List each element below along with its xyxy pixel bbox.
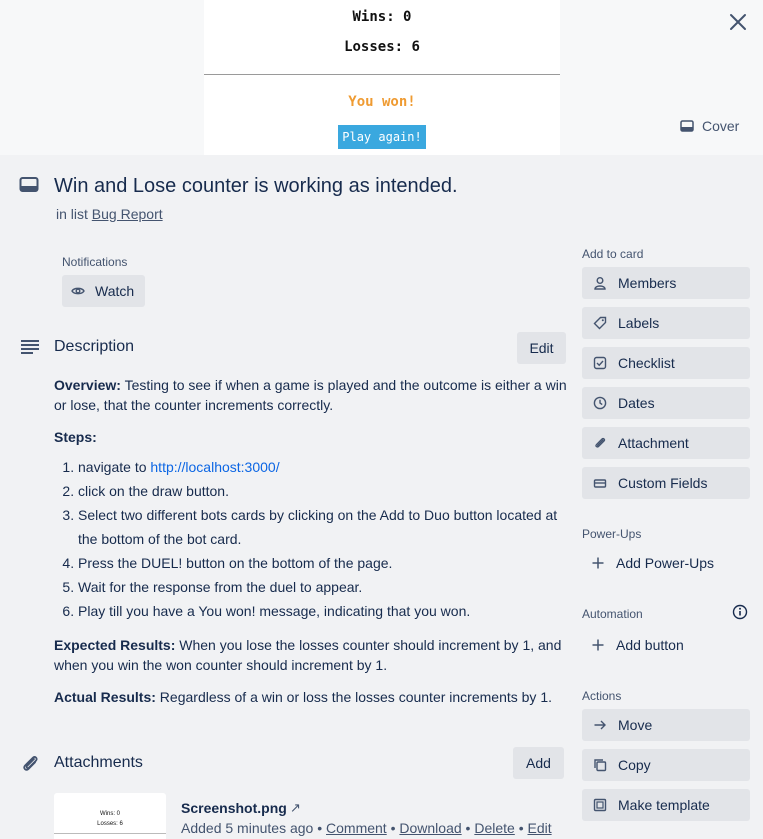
step-item: navigate to http://localhost:3000/ bbox=[78, 455, 569, 479]
make-template-button[interactable]: Make template bbox=[582, 789, 750, 821]
steps-paragraph: Steps: bbox=[54, 427, 569, 447]
actions-label: Actions bbox=[582, 689, 622, 703]
description-edit-button[interactable]: Edit bbox=[517, 332, 566, 364]
plus-icon bbox=[590, 555, 606, 571]
cover-button[interactable]: Cover bbox=[680, 114, 739, 138]
dates-button[interactable]: Dates bbox=[582, 387, 750, 419]
actual-label: Actual Results: bbox=[54, 689, 156, 705]
add-attachment-button[interactable]: Add bbox=[513, 747, 564, 779]
template-icon bbox=[592, 797, 608, 813]
move-button[interactable]: Move bbox=[582, 709, 750, 741]
members-label: Members bbox=[618, 275, 677, 291]
info-icon[interactable] bbox=[732, 604, 748, 625]
overview-label: Overview: bbox=[54, 377, 121, 393]
card-title[interactable]: Win and Lose counter is working as inten… bbox=[54, 175, 458, 198]
add-power-ups-label: Add Power-Ups bbox=[616, 555, 715, 571]
expected-paragraph: Expected Results: When you lose the loss… bbox=[54, 635, 569, 675]
clock-icon bbox=[592, 395, 608, 411]
attachments-heading: Attachments bbox=[54, 754, 143, 771]
description-heading: Description bbox=[54, 338, 135, 355]
watch-label: Watch bbox=[95, 283, 135, 299]
custom-fields-label: Custom Fields bbox=[618, 475, 708, 491]
checklist-button[interactable]: Checklist bbox=[582, 347, 750, 379]
labels-button[interactable]: Labels bbox=[582, 307, 750, 339]
cover-losses-text: Losses: 6 bbox=[344, 39, 420, 55]
card-cover: Wins: 0 Losses: 6 You won! Play again! C… bbox=[0, 0, 763, 155]
attachment-button[interactable]: Attachment bbox=[582, 427, 750, 459]
watch-button[interactable]: Watch bbox=[62, 275, 145, 307]
step1-prefix: navigate to bbox=[78, 459, 151, 475]
attachment-delete-link[interactable]: Delete bbox=[474, 820, 514, 836]
attachment-added: Added 5 minutes ago bbox=[181, 820, 314, 836]
step-item: Wait for the response from the duel to a… bbox=[78, 575, 569, 599]
attachment-label: Attachment bbox=[618, 435, 689, 451]
attachment-name[interactable]: Screenshot.png bbox=[181, 800, 287, 816]
overview-paragraph: Overview: Testing to see if when a game … bbox=[54, 375, 569, 415]
attachment-meta: Added 5 minutes ago • Comment • Download… bbox=[181, 820, 552, 836]
tag-icon bbox=[592, 315, 608, 331]
card-icon bbox=[19, 176, 39, 199]
in-list-prefix: in list bbox=[56, 206, 88, 222]
checkbox-icon bbox=[592, 355, 608, 371]
labels-label: Labels bbox=[618, 315, 660, 331]
cover-play-again-button: Play again! bbox=[338, 125, 426, 149]
attachment-comment-link[interactable]: Comment bbox=[326, 820, 387, 836]
cover-wins-text: Wins: 0 bbox=[352, 9, 412, 25]
copy-button[interactable]: Copy bbox=[582, 749, 750, 781]
thumbnail-losses-text: Losses: 6 bbox=[97, 821, 123, 827]
power-ups-label: Power-Ups bbox=[582, 527, 642, 541]
eye-icon bbox=[71, 287, 85, 295]
external-link-icon[interactable]: ↗ bbox=[290, 800, 301, 816]
actual-paragraph: Actual Results: Regardless of a win or l… bbox=[54, 687, 569, 707]
move-label: Move bbox=[618, 717, 653, 733]
paperclip-icon bbox=[592, 435, 608, 451]
attachment-thumbnail[interactable]: Wins: 0 Losses: 6 bbox=[54, 793, 166, 839]
steps-label: Steps: bbox=[54, 429, 97, 445]
attachment-edit-link[interactable]: Edit bbox=[528, 820, 552, 836]
make-template-label: Make template bbox=[618, 797, 710, 813]
cover-icon bbox=[680, 120, 694, 132]
notifications-label: Notifications bbox=[62, 255, 128, 269]
step-item: Press the DUEL! button on the bottom of … bbox=[78, 551, 569, 575]
cover-divider bbox=[204, 74, 560, 75]
members-button[interactable]: Members bbox=[582, 267, 750, 299]
attachment-download-link[interactable]: Download bbox=[399, 820, 461, 836]
cover-button-label: Cover bbox=[702, 118, 740, 134]
arrow-right-icon bbox=[592, 717, 608, 733]
description-body[interactable]: Overview: Testing to see if when a game … bbox=[54, 375, 569, 719]
add-to-card-label: Add to card bbox=[582, 247, 644, 261]
automation-label: Automation bbox=[582, 607, 643, 621]
thumbnail-wins-text: Wins: 0 bbox=[99, 811, 120, 817]
paperclip-icon bbox=[20, 753, 40, 778]
description-icon bbox=[20, 339, 40, 360]
step-item: Select two different bots cards by click… bbox=[78, 503, 569, 551]
cover-result-text: You won! bbox=[348, 94, 416, 110]
in-list-text: in list Bug Report bbox=[56, 206, 163, 222]
thumbnail-divider bbox=[54, 833, 166, 834]
add-power-ups-button[interactable]: Add Power-Ups bbox=[582, 547, 750, 579]
list-name-link[interactable]: Bug Report bbox=[92, 206, 163, 222]
plus-icon bbox=[590, 637, 606, 653]
step-item: Play till you have a You won! message, i… bbox=[78, 599, 569, 623]
localhost-link[interactable]: http://localhost:3000/ bbox=[150, 459, 279, 475]
add-button-label: Add button bbox=[616, 637, 684, 653]
checklist-label: Checklist bbox=[618, 355, 675, 371]
cover-image[interactable]: Wins: 0 Losses: 6 You won! Play again! bbox=[204, 0, 560, 155]
dates-label: Dates bbox=[618, 395, 655, 411]
copy-icon bbox=[592, 757, 608, 773]
overview-text: Testing to see if when a game is played … bbox=[54, 377, 567, 413]
custom-fields-icon bbox=[592, 475, 608, 491]
person-icon bbox=[592, 275, 608, 291]
actual-text: Regardless of a win or loss the losses c… bbox=[155, 689, 552, 705]
step-item: click on the draw button. bbox=[78, 479, 569, 503]
copy-label: Copy bbox=[618, 757, 651, 773]
close-button[interactable] bbox=[724, 8, 752, 36]
expected-label: Expected Results: bbox=[54, 637, 176, 653]
add-button-button[interactable]: Add button bbox=[582, 629, 750, 661]
close-icon bbox=[730, 14, 746, 30]
custom-fields-button[interactable]: Custom Fields bbox=[582, 467, 750, 499]
steps-list: navigate to http://localhost:3000/ click… bbox=[54, 455, 569, 623]
